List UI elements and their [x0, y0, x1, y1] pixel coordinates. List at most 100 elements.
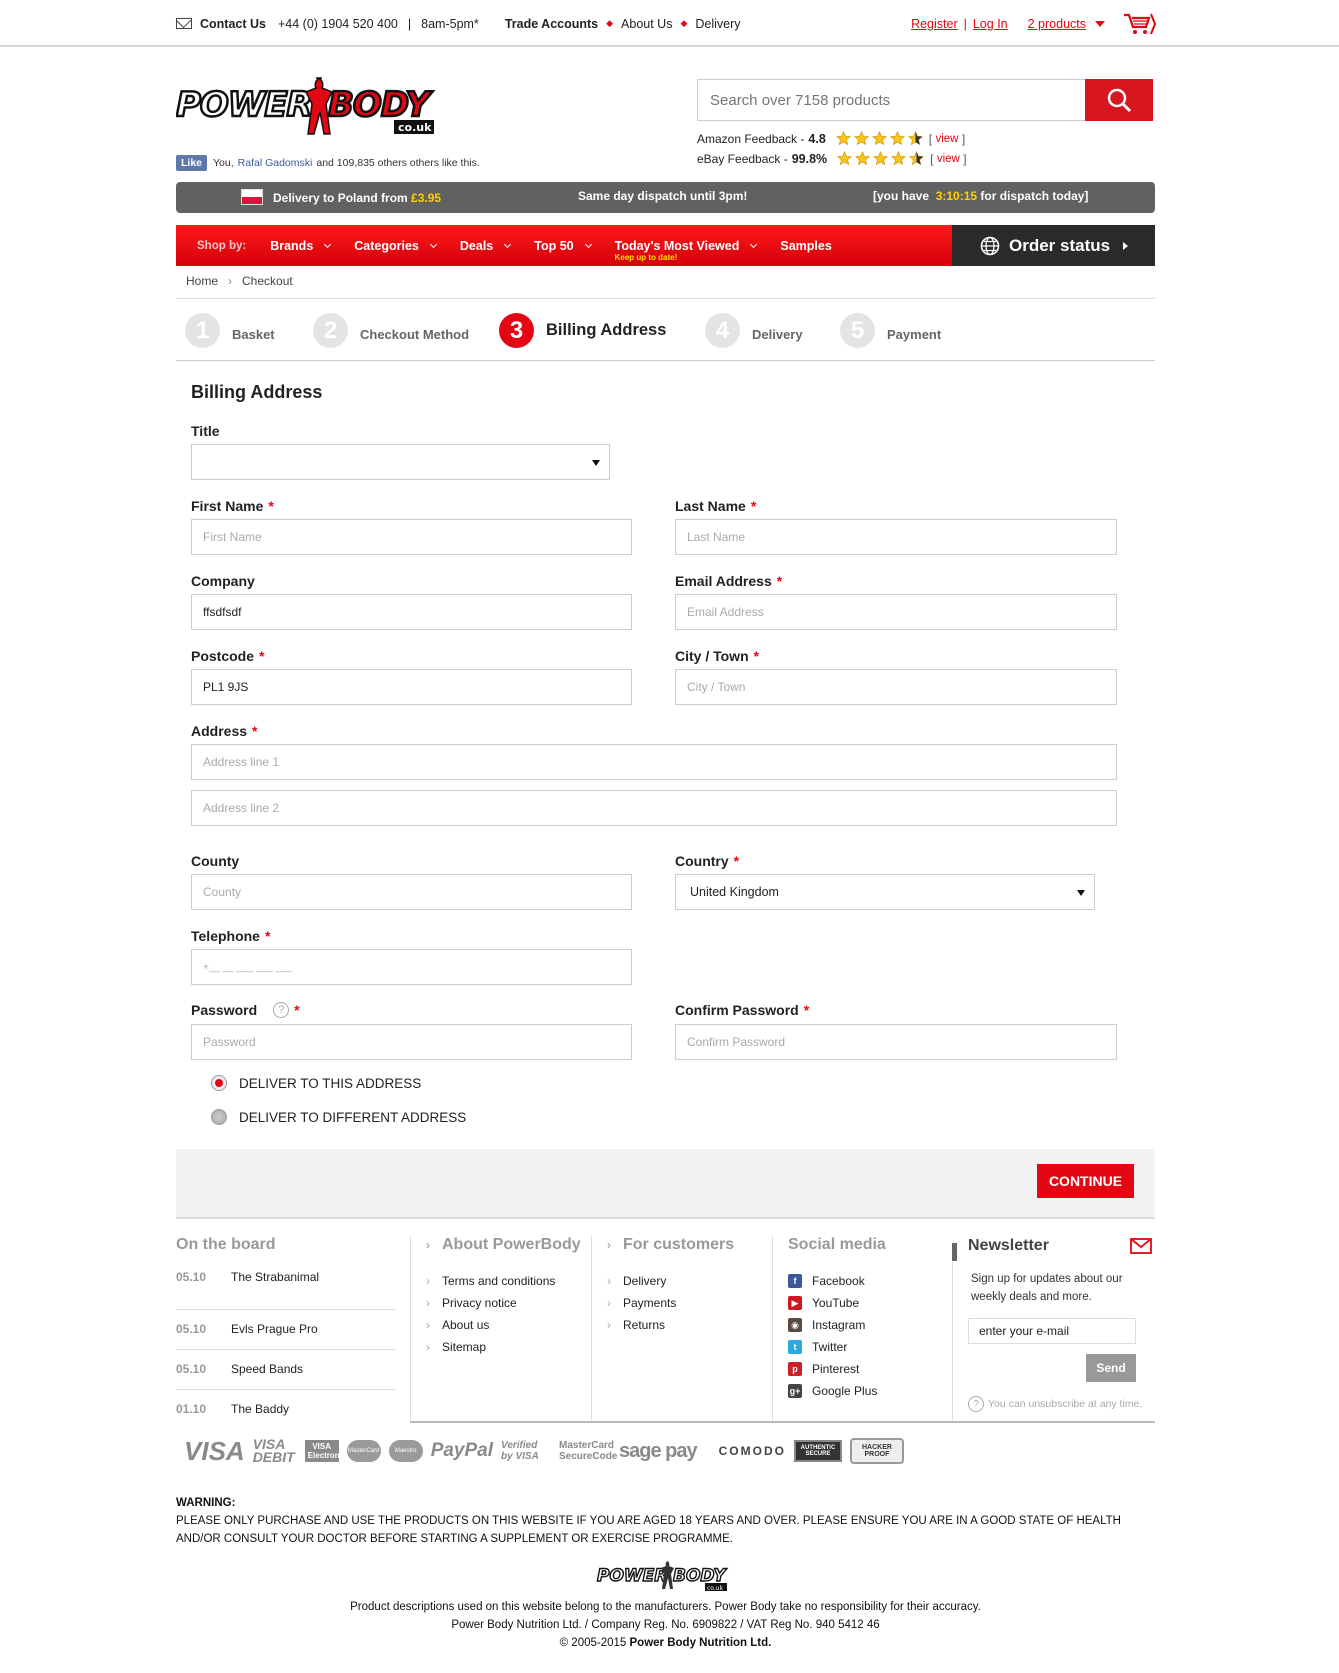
breadcrumb-home[interactable]: Home — [186, 274, 218, 288]
radio-checked-icon[interactable] — [211, 1075, 227, 1091]
divider — [176, 298, 1155, 299]
help-icon[interactable]: ? — [273, 1002, 290, 1018]
cart-icon[interactable] — [1123, 12, 1157, 36]
newsletter-email-input[interactable]: enter your e-mail — [968, 1318, 1136, 1344]
amazon-feedback: Amazon Feedback - 4.8 [ view ] — [697, 131, 966, 146]
confirm-password-label: Confirm Password * — [675, 1002, 810, 1018]
nav-item-categories[interactable]: Categories — [354, 239, 437, 253]
footer-link-terms[interactable]: Terms and conditions — [426, 1270, 581, 1292]
confirm-password-field[interactable]: Confirm Password — [675, 1024, 1117, 1060]
telephone-field[interactable]: +__ __ ___ ___ ___ — [191, 949, 632, 985]
footer-legal: Product descriptions used on this websit… — [176, 1598, 1155, 1652]
same-day-dispatch: Same day dispatch until 3pm! — [578, 189, 748, 203]
address-line-2-field[interactable]: Address line 2 — [191, 790, 1117, 826]
breadcrumb: Home › Checkout — [186, 274, 293, 288]
powerbody-logo[interactable]: POWER BODY co.uk — [176, 76, 454, 140]
order-status-button[interactable]: Order status — [952, 225, 1155, 266]
city-field[interactable]: City / Town — [675, 669, 1117, 705]
unsubscribe-note: You can unsubscribe at any time. — [988, 1398, 1143, 1410]
social-link-pinterest[interactable]: p Pinterest — [788, 1358, 886, 1380]
board-item[interactable]: 01.10 The Baddy — [176, 1390, 396, 1430]
chevron-down-icon[interactable] — [1095, 20, 1105, 27]
maestro-logo: Maestro — [388, 1440, 423, 1462]
footer-heading: For customers — [607, 1236, 734, 1256]
amazon-view-link[interactable]: view — [935, 133, 958, 145]
company-field[interactable]: ffsdfsdf — [191, 594, 632, 630]
footer-link-delivery[interactable]: Delivery — [607, 1270, 734, 1292]
newsletter-send-button[interactable]: Send — [1086, 1354, 1136, 1382]
title-label: Title — [191, 423, 220, 439]
pinterest-icon: p — [788, 1362, 802, 1376]
deliver-different-address-radio[interactable]: DELIVER TO DIFFERENT ADDRESS — [211, 1109, 466, 1125]
footer-heading: Newsletter — [968, 1237, 1049, 1254]
radio-unchecked-icon[interactable] — [211, 1109, 227, 1125]
search-button[interactable] — [1085, 79, 1153, 121]
footer-link-payments[interactable]: Payments — [607, 1292, 734, 1314]
footer-heading: About PowerBody — [426, 1236, 581, 1256]
breadcrumb-current: Checkout — [242, 274, 293, 288]
footer-link-returns[interactable]: Returns — [607, 1314, 734, 1336]
copyright: © 2005-2015 Power Body Nutrition Ltd. — [559, 1637, 772, 1649]
nav-item-top-50[interactable]: Top 50 — [534, 239, 592, 253]
continue-bar: CONTINUE — [176, 1149, 1155, 1219]
search-input[interactable] — [698, 80, 1085, 120]
poland-flag-icon — [241, 189, 263, 205]
postcode-field[interactable]: PL1 9JS — [191, 669, 632, 705]
first-name-field[interactable]: First Name — [191, 519, 632, 555]
board-item[interactable]: 05.10 Speed Bands — [176, 1350, 396, 1390]
nav-item-most-viewed[interactable]: Today's Most Viewed Keep up to date! — [615, 239, 758, 262]
title-select[interactable] — [191, 444, 610, 480]
footer-link-about[interactable]: About us — [426, 1314, 581, 1336]
facebook-like-button[interactable]: Like — [176, 155, 208, 171]
svg-text:POWER: POWER — [597, 1566, 667, 1586]
social-link-instagram[interactable]: ◉ Instagram — [788, 1314, 886, 1336]
register-link[interactable]: Register — [911, 17, 958, 31]
about-us-link[interactable]: About Us — [621, 17, 672, 31]
chevron-down-icon — [504, 240, 512, 248]
email-field[interactable]: Email Address — [675, 594, 1117, 630]
continue-button[interactable]: CONTINUE — [1037, 1164, 1134, 1198]
chevron-down-icon — [324, 240, 332, 248]
social-link-youtube[interactable]: ▶ YouTube — [788, 1292, 886, 1314]
social-media: Social media f Facebook ▶ YouTube ◉ Instagr… — [788, 1236, 886, 1402]
dispatch-timer: 3:10:15 — [935, 189, 978, 203]
chevron-down-icon — [429, 240, 437, 248]
footer-link-sitemap[interactable]: Sitemap — [426, 1336, 581, 1358]
board-item[interactable]: 05.10 The Strabanimal — [176, 1270, 396, 1310]
footer-link-privacy[interactable]: Privacy notice — [426, 1292, 581, 1314]
mastercard-securecode-logo: MasterCard SecureCode — [559, 1440, 618, 1462]
ebay-view-link[interactable]: view — [937, 153, 960, 165]
facebook-friend-name[interactable]: Rafal Gadomski — [238, 157, 313, 169]
login-link[interactable]: Log In — [973, 17, 1008, 31]
country-select[interactable]: United Kingdom — [675, 874, 1095, 910]
divider — [176, 360, 1155, 361]
last-name-label: Last Name * — [675, 498, 757, 514]
step-basket[interactable]: 1 Basket — [185, 313, 275, 348]
social-link-twitter[interactable]: t Twitter — [788, 1336, 886, 1358]
chevron-down-icon — [750, 240, 758, 248]
address-line-1-field[interactable]: Address line 1 — [191, 744, 1117, 780]
county-label: County — [191, 853, 240, 869]
twitter-icon: t — [788, 1340, 802, 1354]
page-title: Billing Address — [191, 382, 323, 402]
delivery-link[interactable]: Delivery — [695, 17, 740, 31]
last-name-field[interactable]: Last Name — [675, 519, 1117, 555]
contact-us-link[interactable]: Contact Us — [200, 17, 266, 31]
board-item[interactable]: 05.10 Evls Prague Pro — [176, 1310, 396, 1350]
county-field[interactable]: County — [191, 874, 632, 910]
search-icon — [1107, 88, 1132, 113]
nav-item-brands[interactable]: Brands — [270, 239, 332, 253]
deliver-this-address-radio[interactable]: DELIVER TO THIS ADDRESS — [211, 1075, 421, 1091]
nav-item-samples[interactable]: Samples — [780, 239, 831, 253]
cart-products-link[interactable]: 2 products — [1028, 17, 1086, 31]
hacker-proof-badge: HACKER PROOF — [849, 1438, 904, 1464]
trade-accounts-link[interactable]: Trade Accounts — [505, 17, 598, 31]
shop-by-label: Shop by: — [197, 239, 247, 252]
footer-logo[interactable]: POWER BODY co.uk — [595, 1560, 735, 1592]
step-checkout-method[interactable]: 2 Checkout Method — [313, 313, 469, 348]
nav-item-deals[interactable]: Deals — [460, 239, 512, 253]
social-link-facebook[interactable]: f Facebook — [788, 1270, 886, 1292]
social-link-google-plus[interactable]: g+ Google Plus — [788, 1380, 886, 1402]
password-field[interactable]: Password — [191, 1024, 632, 1060]
company-label: Company — [191, 573, 255, 589]
